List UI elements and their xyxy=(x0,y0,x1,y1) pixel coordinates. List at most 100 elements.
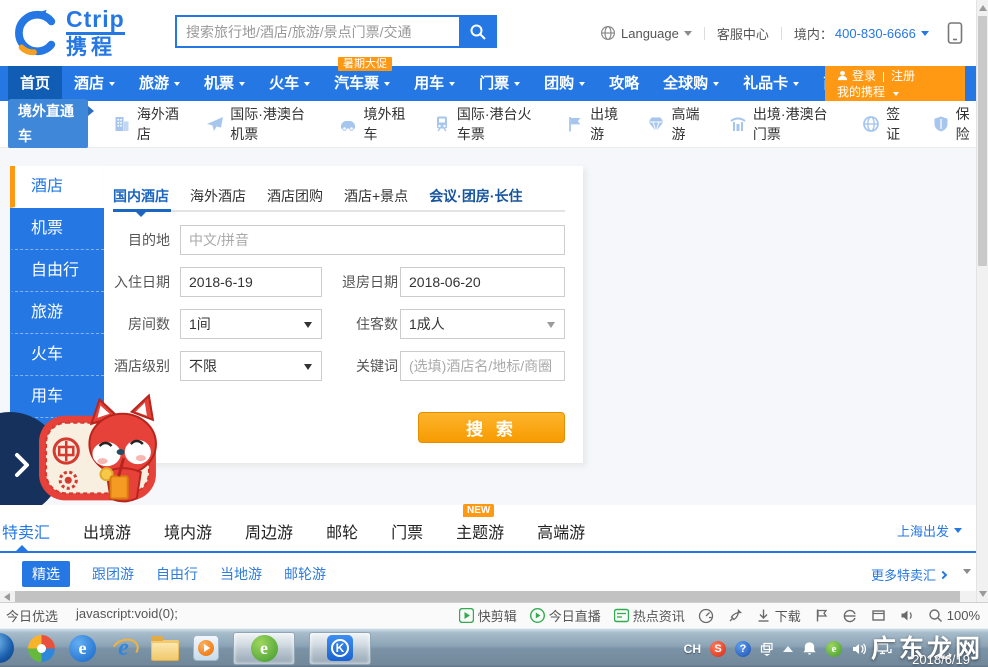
deals-tab-domestic[interactable]: 境内游 xyxy=(164,519,212,543)
checkout-date-input[interactable] xyxy=(400,267,565,297)
horizontal-scroll-thumb[interactable] xyxy=(15,591,960,602)
vertical-scroll-thumb[interactable] xyxy=(978,16,987,266)
search-input[interactable] xyxy=(175,15,459,48)
intl-train-tickets-link[interactable]: 国际·港台火车票 xyxy=(433,104,541,144)
nav-flights[interactable]: 机票 xyxy=(192,66,257,101)
nav-globalshop[interactable]: 全球购 xyxy=(651,66,731,101)
subnav-local-tour[interactable]: 当地游 xyxy=(220,564,262,584)
mute-button[interactable] xyxy=(899,608,915,623)
live-tool[interactable]: 今日直播 xyxy=(530,606,601,625)
download-button[interactable]: 下载 xyxy=(756,606,801,625)
deals-tab-nearby[interactable]: 周边游 xyxy=(245,519,293,543)
tab-overseas-hotel[interactable]: 海外酒店 xyxy=(190,186,246,206)
sogou-tray-icon[interactable]: S xyxy=(710,641,726,657)
sidebar-item-hotel[interactable]: 酒店 xyxy=(10,166,104,208)
outbound-attraction-tickets-link[interactable]: 出境·港澳台门票 xyxy=(729,104,837,144)
nav-car[interactable]: 用车 xyxy=(402,66,467,101)
sidebar-item-trains[interactable]: 火车 xyxy=(10,334,104,376)
tab-hotel-attraction[interactable]: 酒店+景点 xyxy=(344,186,408,206)
deals-tab-outbound[interactable]: 出境游 xyxy=(83,519,131,543)
horizontal-scrollbar[interactable] xyxy=(0,591,976,602)
departure-city-link[interactable]: 上海出发 xyxy=(897,521,962,540)
start-button[interactable] xyxy=(0,633,14,663)
taskbar-explorer-icon[interactable] xyxy=(151,640,179,661)
overseas-express-button[interactable]: 境外直通车 xyxy=(8,99,88,149)
language-menu[interactable]: Language xyxy=(600,25,692,41)
input-language-indicator[interactable]: CH xyxy=(684,642,701,656)
help-tray-icon[interactable]: ? xyxy=(735,641,751,657)
hot-news-tool[interactable]: 热点资讯 xyxy=(614,606,685,625)
quick-clip-tool[interactable]: 快剪辑 xyxy=(459,606,517,625)
game-boost-button[interactable] xyxy=(727,608,743,624)
service-center-link[interactable]: 客服中心 xyxy=(717,24,769,43)
deals-tab-tickets[interactable]: 门票 xyxy=(391,519,423,543)
nav-giftcard[interactable]: 礼品卡 xyxy=(731,66,811,101)
deals-tab-sale[interactable]: 特卖汇 xyxy=(2,519,50,543)
deals-tab-theme[interactable]: 主题游 xyxy=(456,519,504,543)
overseas-hotels-link[interactable]: 海外酒店 xyxy=(113,104,181,144)
report-button[interactable] xyxy=(814,608,829,623)
nav-home[interactable]: 首页 xyxy=(8,66,62,101)
ie-compat-button[interactable] xyxy=(842,608,858,624)
sidebar-item-diy-travel[interactable]: 自由行 xyxy=(10,250,104,292)
outbound-tours-link[interactable]: 出境游 xyxy=(566,104,622,144)
taskbar-360-safe-icon[interactable] xyxy=(28,635,55,662)
mobile-app-icon[interactable] xyxy=(947,22,963,44)
nav-trains[interactable]: 火车 xyxy=(257,66,322,101)
tab-domestic-hotel[interactable]: 国内酒店 xyxy=(113,186,169,206)
sidebar-item-flights[interactable]: 机票 xyxy=(10,208,104,250)
ctrip-logo[interactable]: Ctrip 携程 xyxy=(10,8,125,58)
taskbar-quick-clip-button[interactable]: K xyxy=(309,632,371,665)
taskbar-360-browser-icon[interactable]: e xyxy=(69,635,96,662)
insurance-link[interactable]: 保险 xyxy=(932,104,976,144)
nav-tickets[interactable]: 门票 xyxy=(467,66,532,101)
destination-input[interactable] xyxy=(180,225,565,255)
hotline-number[interactable]: 400-830-6666 xyxy=(835,26,916,41)
nav-guides[interactable]: 攻略 xyxy=(597,66,651,101)
guests-select[interactable]: 1成人 xyxy=(400,309,565,339)
scroll-up-arrow[interactable] xyxy=(979,5,987,11)
login-link[interactable]: 登录 xyxy=(852,69,876,83)
tab-hotel-groupbuy[interactable]: 酒店团购 xyxy=(267,186,323,206)
search-button[interactable] xyxy=(459,15,497,48)
multi-window-button[interactable] xyxy=(871,608,886,623)
scroll-down-arrow[interactable] xyxy=(979,591,987,597)
keyword-input[interactable] xyxy=(400,351,565,381)
overseas-car-rental-link[interactable]: 境外租车 xyxy=(339,104,407,144)
speed-mode-button[interactable] xyxy=(698,608,714,624)
360-tray-icon[interactable]: e xyxy=(826,641,842,657)
taskbar-360-speed-browser-button[interactable]: e xyxy=(233,632,295,665)
dropdown-caret-icon[interactable] xyxy=(963,569,971,574)
intl-flights-link[interactable]: 国际·港澳台机票 xyxy=(206,104,314,144)
subnav-diy-tour[interactable]: 自由行 xyxy=(156,564,198,584)
subnav-featured[interactable]: 精选 xyxy=(22,561,70,587)
nav-travel[interactable]: 旅游 xyxy=(127,66,192,101)
hotel-grade-select[interactable]: 不限 xyxy=(180,351,322,381)
nav-bus[interactable]: 汽车票 xyxy=(322,66,402,101)
rooms-select[interactable]: 1间 xyxy=(180,309,322,339)
nav-groupbuy[interactable]: 团购 xyxy=(532,66,597,101)
subnav-group-tour[interactable]: 跟团游 xyxy=(92,564,134,584)
deals-tab-cruise[interactable]: 邮轮 xyxy=(326,519,358,543)
nav-hotel[interactable]: 酒店 xyxy=(62,66,127,101)
tab-meeting-longstay[interactable]: 会议·团房·长住 xyxy=(429,186,522,206)
show-hidden-icons-button[interactable] xyxy=(783,646,793,652)
taskbar-ie-icon[interactable]: e xyxy=(110,635,137,662)
volume-tray-icon[interactable] xyxy=(851,642,867,656)
visa-link[interactable]: 签证 xyxy=(862,104,906,144)
my-ctrip-link[interactable]: 我的携程 xyxy=(837,85,885,99)
scroll-left-arrow[interactable] xyxy=(4,593,10,601)
taskbar-media-player-icon[interactable] xyxy=(193,635,219,661)
more-deals-link[interactable]: 更多特卖汇 xyxy=(871,565,946,584)
vertical-scrollbar[interactable] xyxy=(976,0,988,602)
subnav-cruise-tour[interactable]: 邮轮游 xyxy=(284,564,326,584)
checkin-date-input[interactable] xyxy=(180,267,322,297)
register-link[interactable]: 注册 xyxy=(891,69,915,83)
zoom-control[interactable]: 100% xyxy=(928,608,980,623)
network-tray-icon[interactable] xyxy=(876,642,892,656)
hotel-search-submit-button[interactable]: 搜 索 xyxy=(418,412,565,443)
notification-bell-icon[interactable] xyxy=(802,641,817,656)
mascot-sticker[interactable] xyxy=(36,393,164,505)
restore-windows-icon[interactable] xyxy=(760,642,774,656)
deals-tab-luxury[interactable]: 高端游 xyxy=(537,519,585,543)
